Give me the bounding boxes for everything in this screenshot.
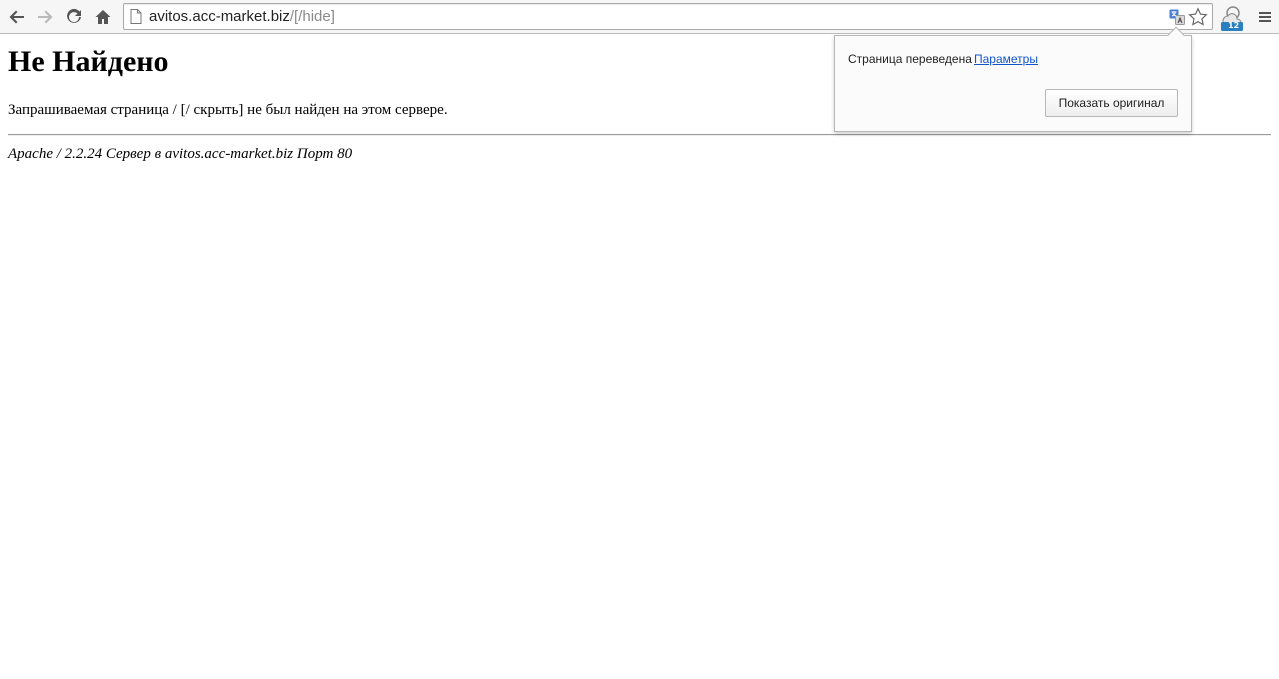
home-icon (95, 10, 111, 24)
reload-button[interactable] (62, 5, 86, 29)
divider (8, 134, 1271, 136)
translate-popup: Страница переведена Параметры Показать о… (834, 26, 1192, 132)
extension-badge: 12 (1228, 21, 1240, 30)
error-message: Запрашиваемая страница / [/ скрыть] не б… (8, 102, 448, 118)
bookmark-star-icon[interactable] (1188, 7, 1208, 27)
menu-button[interactable] (1253, 5, 1277, 29)
url-text[interactable]: avitos.acc-market.biz/[/hide] (149, 8, 335, 26)
menu-icon (1259, 12, 1271, 22)
show-original-button[interactable]: Показать оригинал (1045, 89, 1178, 117)
url-path: /[/hide] (289, 8, 335, 25)
back-button[interactable] (5, 5, 29, 29)
translated-message: Страница переведена (848, 52, 972, 66)
translate-icon[interactable] (1169, 9, 1185, 25)
forward-button[interactable] (33, 5, 57, 29)
server-signature: Apache / 2.2.24 Сервер в avitos.acc-mark… (8, 146, 353, 162)
extension-button[interactable]: 12 (1219, 4, 1245, 32)
url-host: avitos.acc-market.biz (149, 8, 290, 25)
home-button[interactable] (91, 5, 115, 29)
back-arrow-icon (9, 10, 24, 24)
settings-link[interactable]: Параметры (974, 52, 1038, 66)
address-bar[interactable]: avitos.acc-market.biz/[/hide] (123, 3, 1213, 30)
forward-arrow-icon (38, 10, 53, 24)
page-icon (130, 9, 142, 24)
browser-toolbar: avitos.acc-market.biz/[/hide] 12 (0, 0, 1279, 34)
reload-icon (67, 8, 81, 23)
